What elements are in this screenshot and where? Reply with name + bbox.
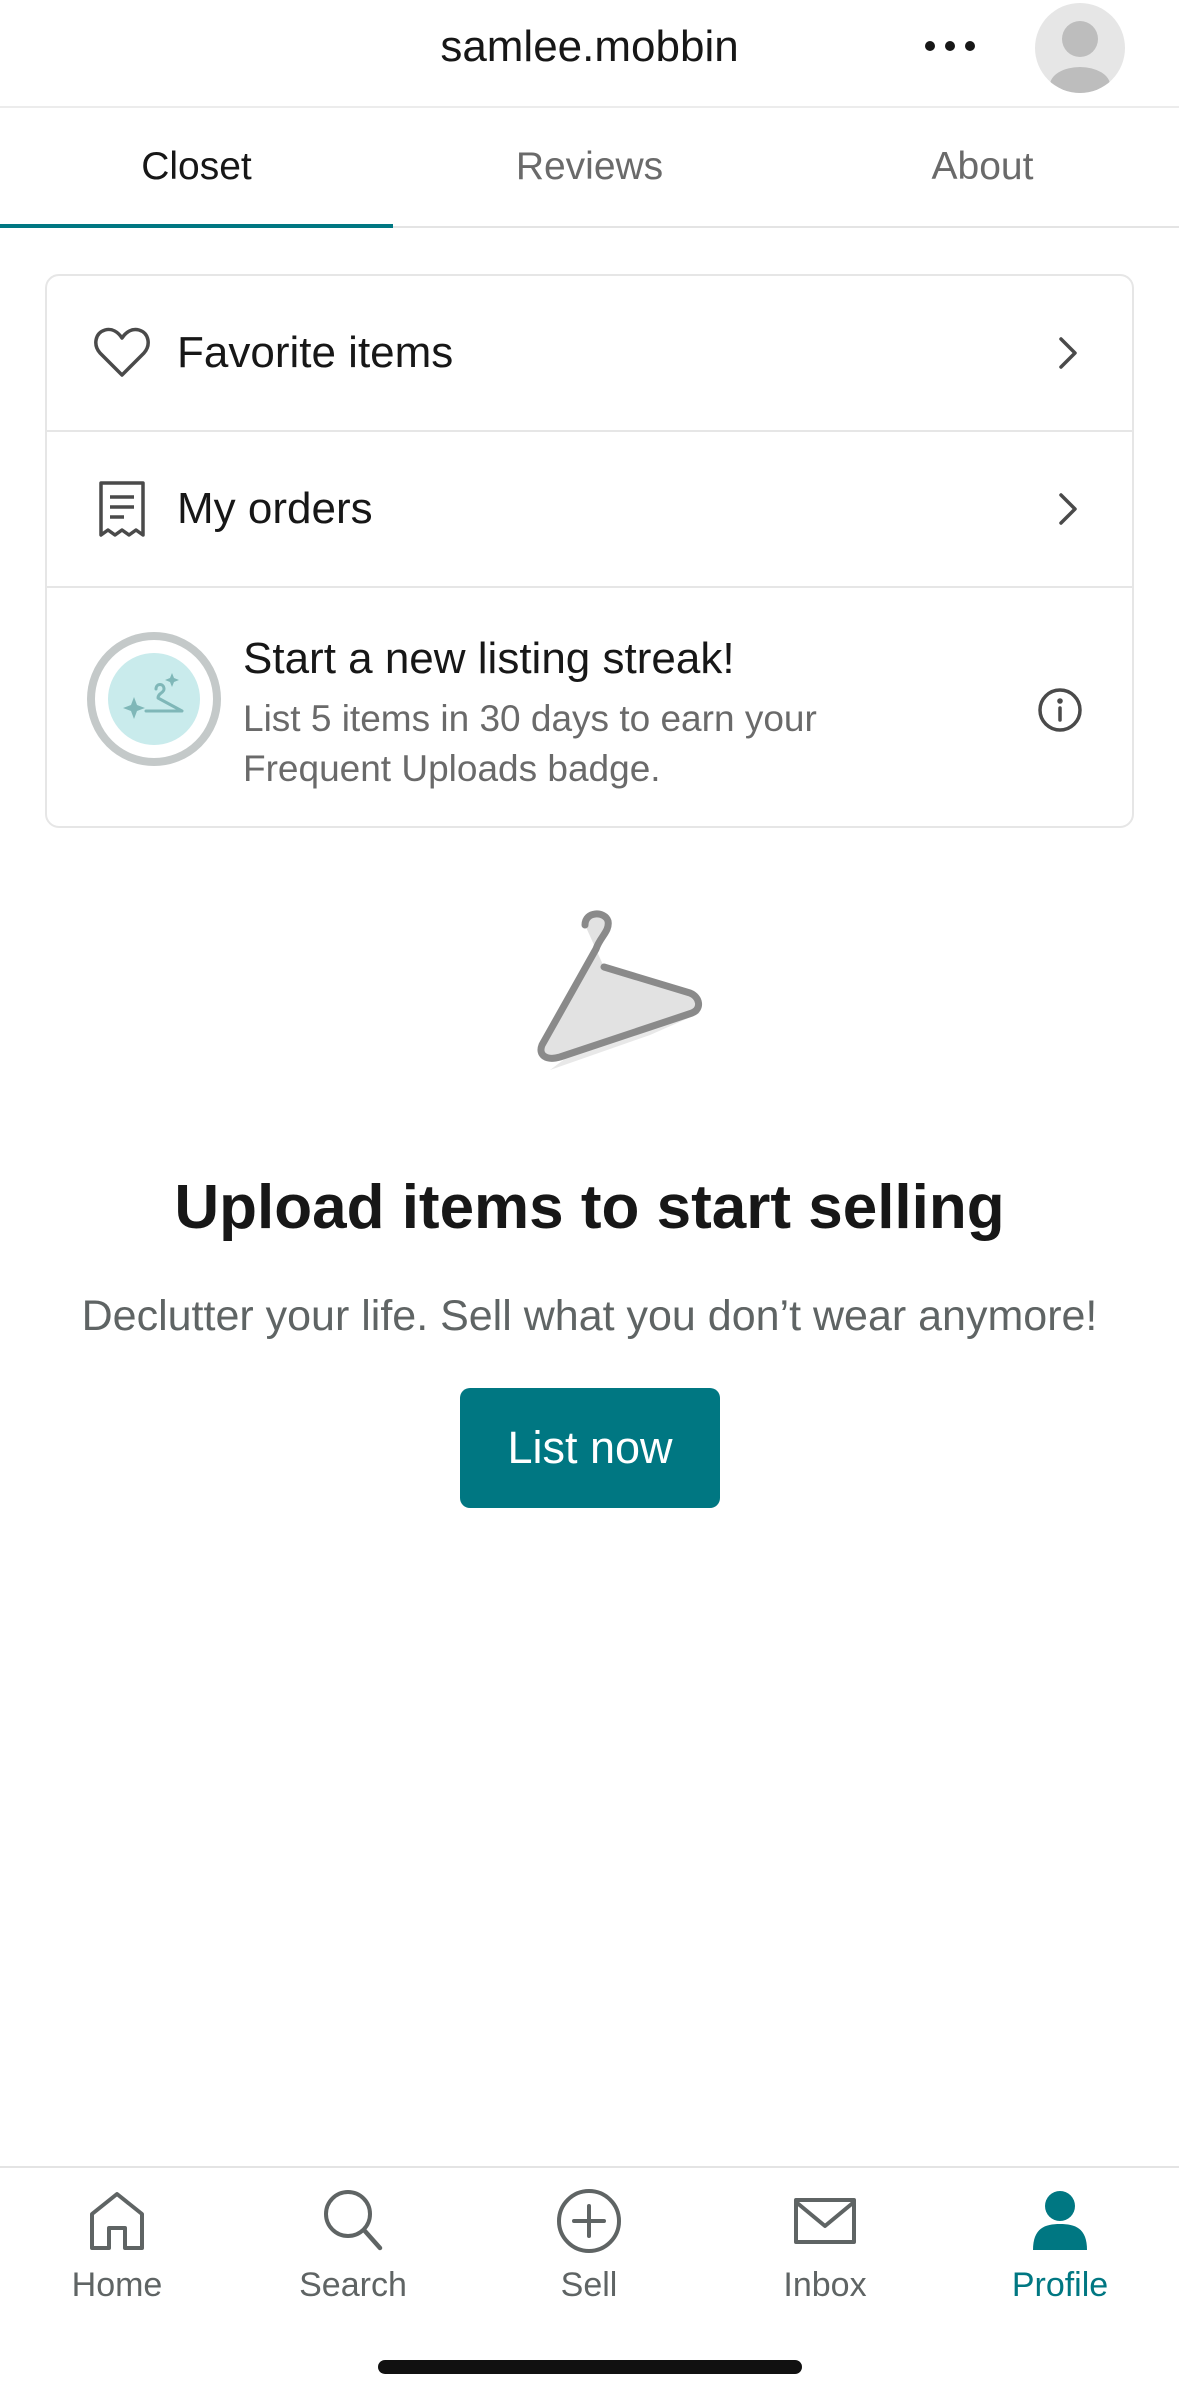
profile-tabs: Closet Reviews About [0,108,1179,228]
closet-menu-card: Favorite items My orders Start a new lis… [45,274,1134,828]
person-icon [1033,2191,1087,2250]
streak-badge [87,632,221,766]
receipt-icon [99,481,145,537]
favorite-items-row[interactable]: Favorite items [47,276,1132,430]
nav-inbox-label: Inbox [783,2266,867,2304]
top-bar: samlee.mobbin [0,0,1179,108]
hanger-illustration [537,910,702,1070]
plus-circle-icon [557,2189,621,2253]
streak-title: Start a new listing streak! [243,634,735,683]
heart-icon [94,327,150,377]
avatar-placeholder-icon [1050,21,1110,93]
nav-sell[interactable]: Sell [489,2186,689,2326]
nav-home[interactable]: Home [17,2186,217,2326]
avatar[interactable] [1035,3,1125,93]
my-orders-row[interactable]: My orders [47,430,1132,586]
listing-streak-row: Start a new listing streak! List 5 items… [47,586,1132,826]
favorite-items-label: Favorite items [177,328,454,377]
empty-state-title: Upload items to start selling [174,1173,1005,1242]
search-icon [324,2190,383,2251]
tab-closet[interactable]: Closet [0,108,393,228]
empty-state-subtitle: Declutter your life. Sell what you don’t… [81,1292,1098,1340]
my-orders-label: My orders [177,484,373,533]
more-dot-icon [925,41,935,51]
chevron-right-icon [1059,493,1077,525]
home-indicator [378,2360,802,2374]
chevron-right-icon [1059,337,1077,369]
streak-description: List 5 items in 30 days to earn your Fre… [243,698,817,789]
nav-sell-label: Sell [560,2266,618,2304]
more-options-button[interactable] [910,18,990,74]
more-dot-icon [945,41,955,51]
tab-reviews[interactable]: Reviews [393,108,786,226]
nav-home-label: Home [71,2266,163,2304]
username-title: samlee.mobbin [440,22,739,71]
more-dot-icon [965,41,975,51]
tab-about[interactable]: About [786,108,1179,226]
mail-icon [794,2198,856,2244]
nav-inbox[interactable]: Inbox [725,2186,925,2326]
nav-profile-label: Profile [1011,2266,1109,2304]
nav-profile[interactable]: Profile [960,2186,1160,2326]
list-now-button[interactable]: List now [460,1388,720,1508]
info-icon[interactable] [1036,686,1084,734]
nav-search[interactable]: Search [253,2186,453,2326]
sparkle-hanger-icon [123,673,184,719]
profile-screen: samlee.mobbin Closet Reviews About Favor… [0,0,1179,2396]
home-icon [90,2192,144,2250]
nav-search-label: Search [299,2266,407,2304]
